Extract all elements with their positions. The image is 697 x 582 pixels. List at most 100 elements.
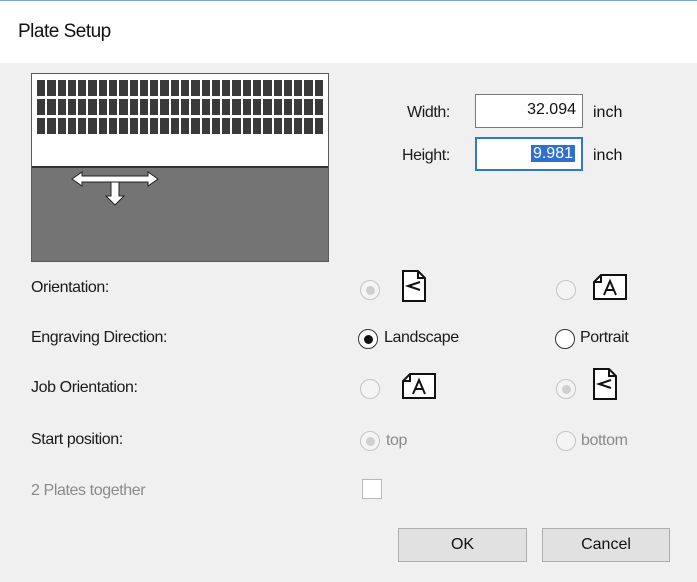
page-a-rotated-icon <box>593 368 617 400</box>
cancel-button[interactable]: Cancel <box>542 528 670 562</box>
engraving-portrait-radio[interactable] <box>555 329 575 349</box>
plate-cell <box>78 80 87 96</box>
start-bottom-radio <box>556 431 576 451</box>
plate-cell <box>283 80 293 96</box>
plate-cell <box>314 118 323 134</box>
plate-cell <box>98 118 107 134</box>
plate-cell <box>242 99 251 115</box>
job-orientation-upright-radio <box>360 379 380 399</box>
plate-cell <box>191 80 200 96</box>
plate-cell <box>304 118 313 134</box>
plate-cell <box>67 118 77 134</box>
plate-cell <box>150 80 159 96</box>
orientation-upright-radio <box>556 280 576 300</box>
height-selected-text: 9.981 <box>530 145 575 162</box>
plate-cell <box>119 99 128 115</box>
plate-cell <box>78 118 87 134</box>
direction-arrows-icon <box>71 171 159 206</box>
width-field[interactable]: 32.094 <box>475 94 583 128</box>
plate-cell <box>294 80 303 96</box>
plate-cell <box>294 99 303 115</box>
plate-cell <box>170 80 179 96</box>
dialog-title: Plate Setup <box>18 21 111 42</box>
plate-cell <box>170 118 179 134</box>
plate-cells-grid <box>37 80 323 134</box>
plate-cell <box>314 99 323 115</box>
plate-cell <box>232 118 241 134</box>
plate-cell <box>129 80 138 96</box>
plate-cell <box>273 80 282 96</box>
plate-cell <box>37 80 46 96</box>
start-top-radio <box>360 431 380 451</box>
plate-cell <box>129 118 138 134</box>
plate-cell <box>139 80 149 96</box>
plate-cell <box>252 80 262 96</box>
plate-cell <box>98 80 107 96</box>
page-a-upright-icon <box>402 373 436 399</box>
plate-cell <box>222 80 231 96</box>
start-position-label: Start position: <box>31 431 123 448</box>
plate-cell <box>88 99 97 115</box>
plate-cell <box>47 118 56 134</box>
plate-cell <box>191 118 200 134</box>
page-a-rotated-icon <box>402 270 426 302</box>
plate-cell <box>47 99 56 115</box>
height-unit: inch <box>593 147 623 164</box>
plate-cell <box>67 80 77 96</box>
plate-cell <box>78 99 87 115</box>
plate-cell <box>211 80 221 96</box>
plate-cell <box>170 99 179 115</box>
height-field[interactable]: 9.981 <box>475 137 583 171</box>
plate-cell <box>211 118 221 134</box>
engraving-portrait-label[interactable]: Portrait <box>580 329 629 347</box>
plate-cell <box>180 80 190 96</box>
plate-cell <box>304 80 313 96</box>
start-top-label: top <box>386 432 408 449</box>
plate-cell <box>67 99 77 115</box>
plate-cell <box>232 80 241 96</box>
title-bar: Plate Setup <box>0 1 697 63</box>
width-label: Width: <box>407 104 450 121</box>
plate-area <box>32 74 328 168</box>
plate-cell <box>273 99 282 115</box>
plate-cell <box>108 118 118 134</box>
plates-together-checkbox[interactable] <box>362 479 382 499</box>
plate-cell <box>160 80 169 96</box>
plate-cell <box>98 99 107 115</box>
plate-cell <box>139 118 149 134</box>
plate-cell <box>201 118 210 134</box>
plate-cell <box>88 118 97 134</box>
plate-cell <box>108 80 118 96</box>
plate-cell <box>57 99 66 115</box>
plate-cell <box>160 118 169 134</box>
plate-cell <box>201 99 210 115</box>
plate-cell <box>242 118 251 134</box>
plate-cell <box>273 118 282 134</box>
plate-cell <box>119 80 128 96</box>
width-unit: inch <box>593 104 623 121</box>
plate-cell <box>201 80 210 96</box>
orientation-label: Orientation: <box>31 279 109 296</box>
ok-button[interactable]: OK <box>398 528 527 562</box>
plate-cell <box>191 99 200 115</box>
job-orientation-label: Job Orientation: <box>31 379 138 396</box>
page-a-upright-icon <box>593 274 627 300</box>
plates-together-label: 2 Plates together <box>31 482 146 499</box>
plate-cell <box>180 99 190 115</box>
plate-cell <box>283 118 293 134</box>
engraving-landscape-label[interactable]: Landscape <box>384 329 459 347</box>
plate-cell <box>180 118 190 134</box>
plate-cell <box>150 118 159 134</box>
start-bottom-label: bottom <box>581 432 628 449</box>
engraving-landscape-radio[interactable] <box>358 329 378 349</box>
plate-cell <box>222 99 231 115</box>
plate-preview <box>31 73 329 262</box>
plate-cell <box>129 99 138 115</box>
plate-cell <box>211 99 221 115</box>
plate-cell <box>139 99 149 115</box>
plate-cell <box>294 118 303 134</box>
plate-setup-dialog: Plate Setup Width: 32.094 inch Height: 9… <box>0 0 697 582</box>
plate-cell <box>88 80 97 96</box>
plate-cell <box>108 99 118 115</box>
plate-cell <box>232 99 241 115</box>
